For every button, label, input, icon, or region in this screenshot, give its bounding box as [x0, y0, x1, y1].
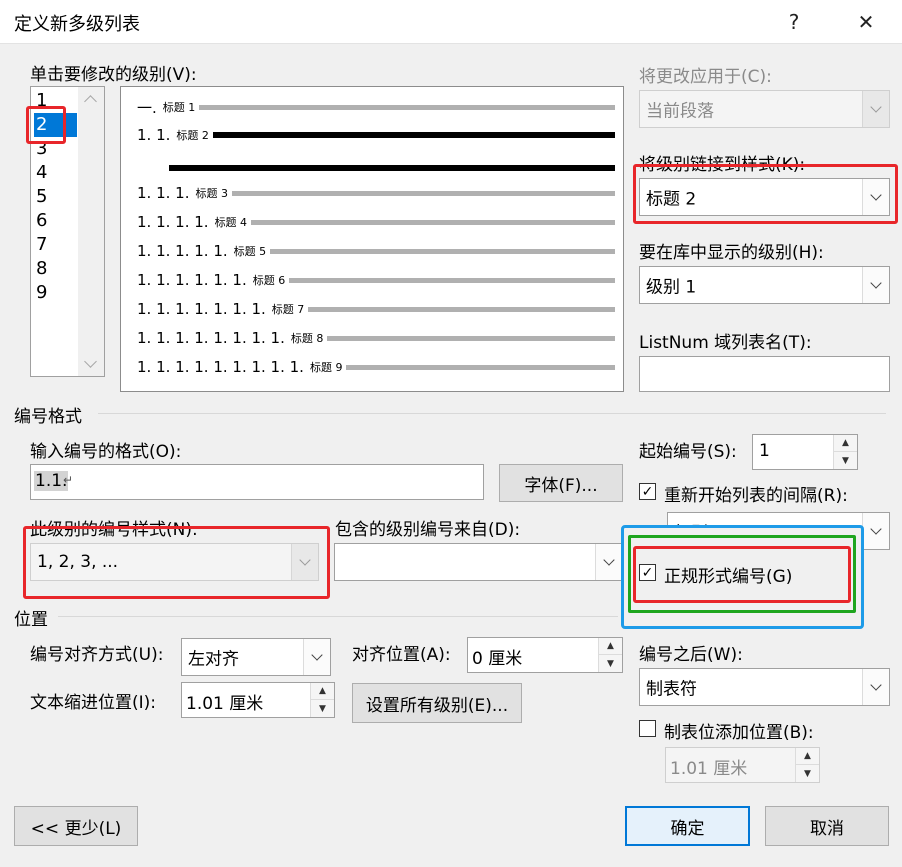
chevron-down-icon [603, 554, 615, 566]
enter-format-input[interactable]: 1.1. ↵ [30, 464, 484, 500]
group-divider [58, 616, 618, 617]
annotation-red-link-style [633, 164, 898, 224]
spin-up-icon[interactable]: ▲ [796, 748, 819, 765]
apply-to-combo[interactable]: 当前段落 [639, 90, 890, 128]
tab-add-spinner[interactable]: 1.01 厘米 ▲ ▼ [665, 747, 820, 783]
enter-format-label: 输入编号的格式(O): [30, 442, 182, 462]
preview-row: 1. 1. 1. 1. 1. 1. 标题 6 [137, 270, 615, 290]
group-divider [98, 413, 886, 414]
listnum-input[interactable] [639, 356, 890, 392]
include-level-label: 包含的级别编号来自(D): [335, 520, 521, 540]
paragraph-mark-icon: ↵ [63, 473, 74, 487]
indent-spinner[interactable]: 1.01 厘米 ▲ ▼ [181, 682, 335, 718]
chevron-down-icon [311, 649, 323, 661]
title-bar: 定义新多级列表 ? ✕ [0, 0, 902, 44]
start-at-label: 起始编号(S): [639, 442, 737, 462]
tab-add-label: 制表位添加位置(B): [664, 723, 814, 743]
restart-label: 重新开始列表的间隔(R): [664, 486, 848, 506]
preview-row: 1. 1. 1. 1. 1. 1. 1. 1. 1. 标题 9 [137, 357, 615, 377]
close-icon: ✕ [857, 10, 875, 34]
spin-up-icon[interactable]: ▲ [599, 638, 622, 655]
position-group-label: 位置 [14, 610, 48, 630]
number-format-group-label: 编号格式 [14, 407, 82, 427]
preview-row: 1. 1. 1. 标题 3 [137, 183, 615, 203]
preview-row: 1. 1. 1. 1. 1. 标题 5 [137, 241, 615, 261]
apply-to-label: 将更改应用于(C): [639, 67, 772, 87]
spin-down-icon[interactable]: ▼ [599, 655, 622, 672]
indent-label: 文本缩进位置(I): [30, 693, 157, 713]
font-button[interactable]: 字体(F)... [499, 464, 623, 502]
level-item[interactable]: 9 [34, 281, 74, 305]
start-at-spinner[interactable]: 1 ▲ ▼ [752, 434, 858, 470]
level-item[interactable]: 6 [34, 209, 74, 233]
align-label: 编号对齐方式(U): [30, 645, 164, 665]
preview-row: 1. 1. 1. 1. 标题 4 [137, 212, 615, 232]
ok-button[interactable]: 确定 [625, 806, 750, 846]
preview-row: 一. 标题 1 [137, 97, 615, 117]
preview-row: 1. 1. 1. 1. 1. 1. 1. 标题 7 [137, 299, 615, 319]
level-item[interactable]: 5 [34, 185, 74, 209]
follow-number-label: 编号之后(W): [639, 645, 743, 665]
level-scrollbar[interactable] [78, 87, 104, 376]
include-level-combo[interactable] [334, 543, 623, 581]
follow-number-combo[interactable]: 制表符 [639, 668, 890, 706]
cancel-button[interactable]: 取消 [765, 806, 889, 846]
less-button[interactable]: << 更少(L) [14, 806, 138, 846]
set-all-levels-button[interactable]: 设置所有级别(E)... [352, 683, 522, 723]
chevron-down-icon [870, 101, 882, 113]
chevron-down-icon [870, 523, 882, 535]
align-combo[interactable]: 左对齐 [181, 638, 331, 676]
spin-up-icon[interactable]: ▲ [834, 435, 857, 452]
help-button[interactable]: ? [772, 4, 816, 40]
chevron-down-icon [870, 277, 882, 289]
preview-row-current: 1. 1. 标题 2 [137, 125, 615, 145]
aligned-at-label: 对齐位置(A): [352, 645, 451, 665]
level-item[interactable]: 4 [34, 161, 74, 185]
gallery-level-combo[interactable]: 级别 1 [639, 266, 890, 304]
preview-current-line [169, 165, 615, 171]
annotation-red-level [26, 106, 66, 144]
listnum-label: ListNum 域列表名(T): [639, 333, 812, 353]
aligned-at-spinner[interactable]: 0 厘米 ▲ ▼ [467, 637, 623, 673]
scroll-up-icon[interactable] [84, 95, 97, 108]
scroll-down-icon[interactable] [84, 355, 97, 368]
annotation-red-number-style [23, 526, 330, 599]
chevron-down-icon [870, 679, 882, 691]
annotation-red-legal [633, 546, 851, 603]
levels-label: 单击要修改的级别(V): [30, 65, 197, 85]
close-button[interactable]: ✕ [844, 4, 888, 40]
dialog-title: 定义新多级列表 [14, 14, 140, 35]
level-item[interactable]: 7 [34, 233, 74, 257]
restart-checkbox[interactable]: ✓ [639, 483, 656, 500]
spin-down-icon[interactable]: ▼ [796, 765, 819, 782]
spin-up-icon[interactable]: ▲ [311, 683, 334, 700]
spin-down-icon[interactable]: ▼ [311, 700, 334, 717]
preview-row: 1. 1. 1. 1. 1. 1. 1. 1. 标题 8 [137, 328, 615, 348]
gallery-level-label: 要在库中显示的级别(H): [639, 243, 824, 263]
spin-down-icon[interactable]: ▼ [834, 452, 857, 469]
level-item[interactable]: 8 [34, 257, 74, 281]
preview-pane: 一. 标题 1 1. 1. 标题 2 1. 1. 1. 标题 3 1. 1. 1. 1… [120, 86, 624, 392]
tab-add-checkbox[interactable] [639, 720, 656, 737]
